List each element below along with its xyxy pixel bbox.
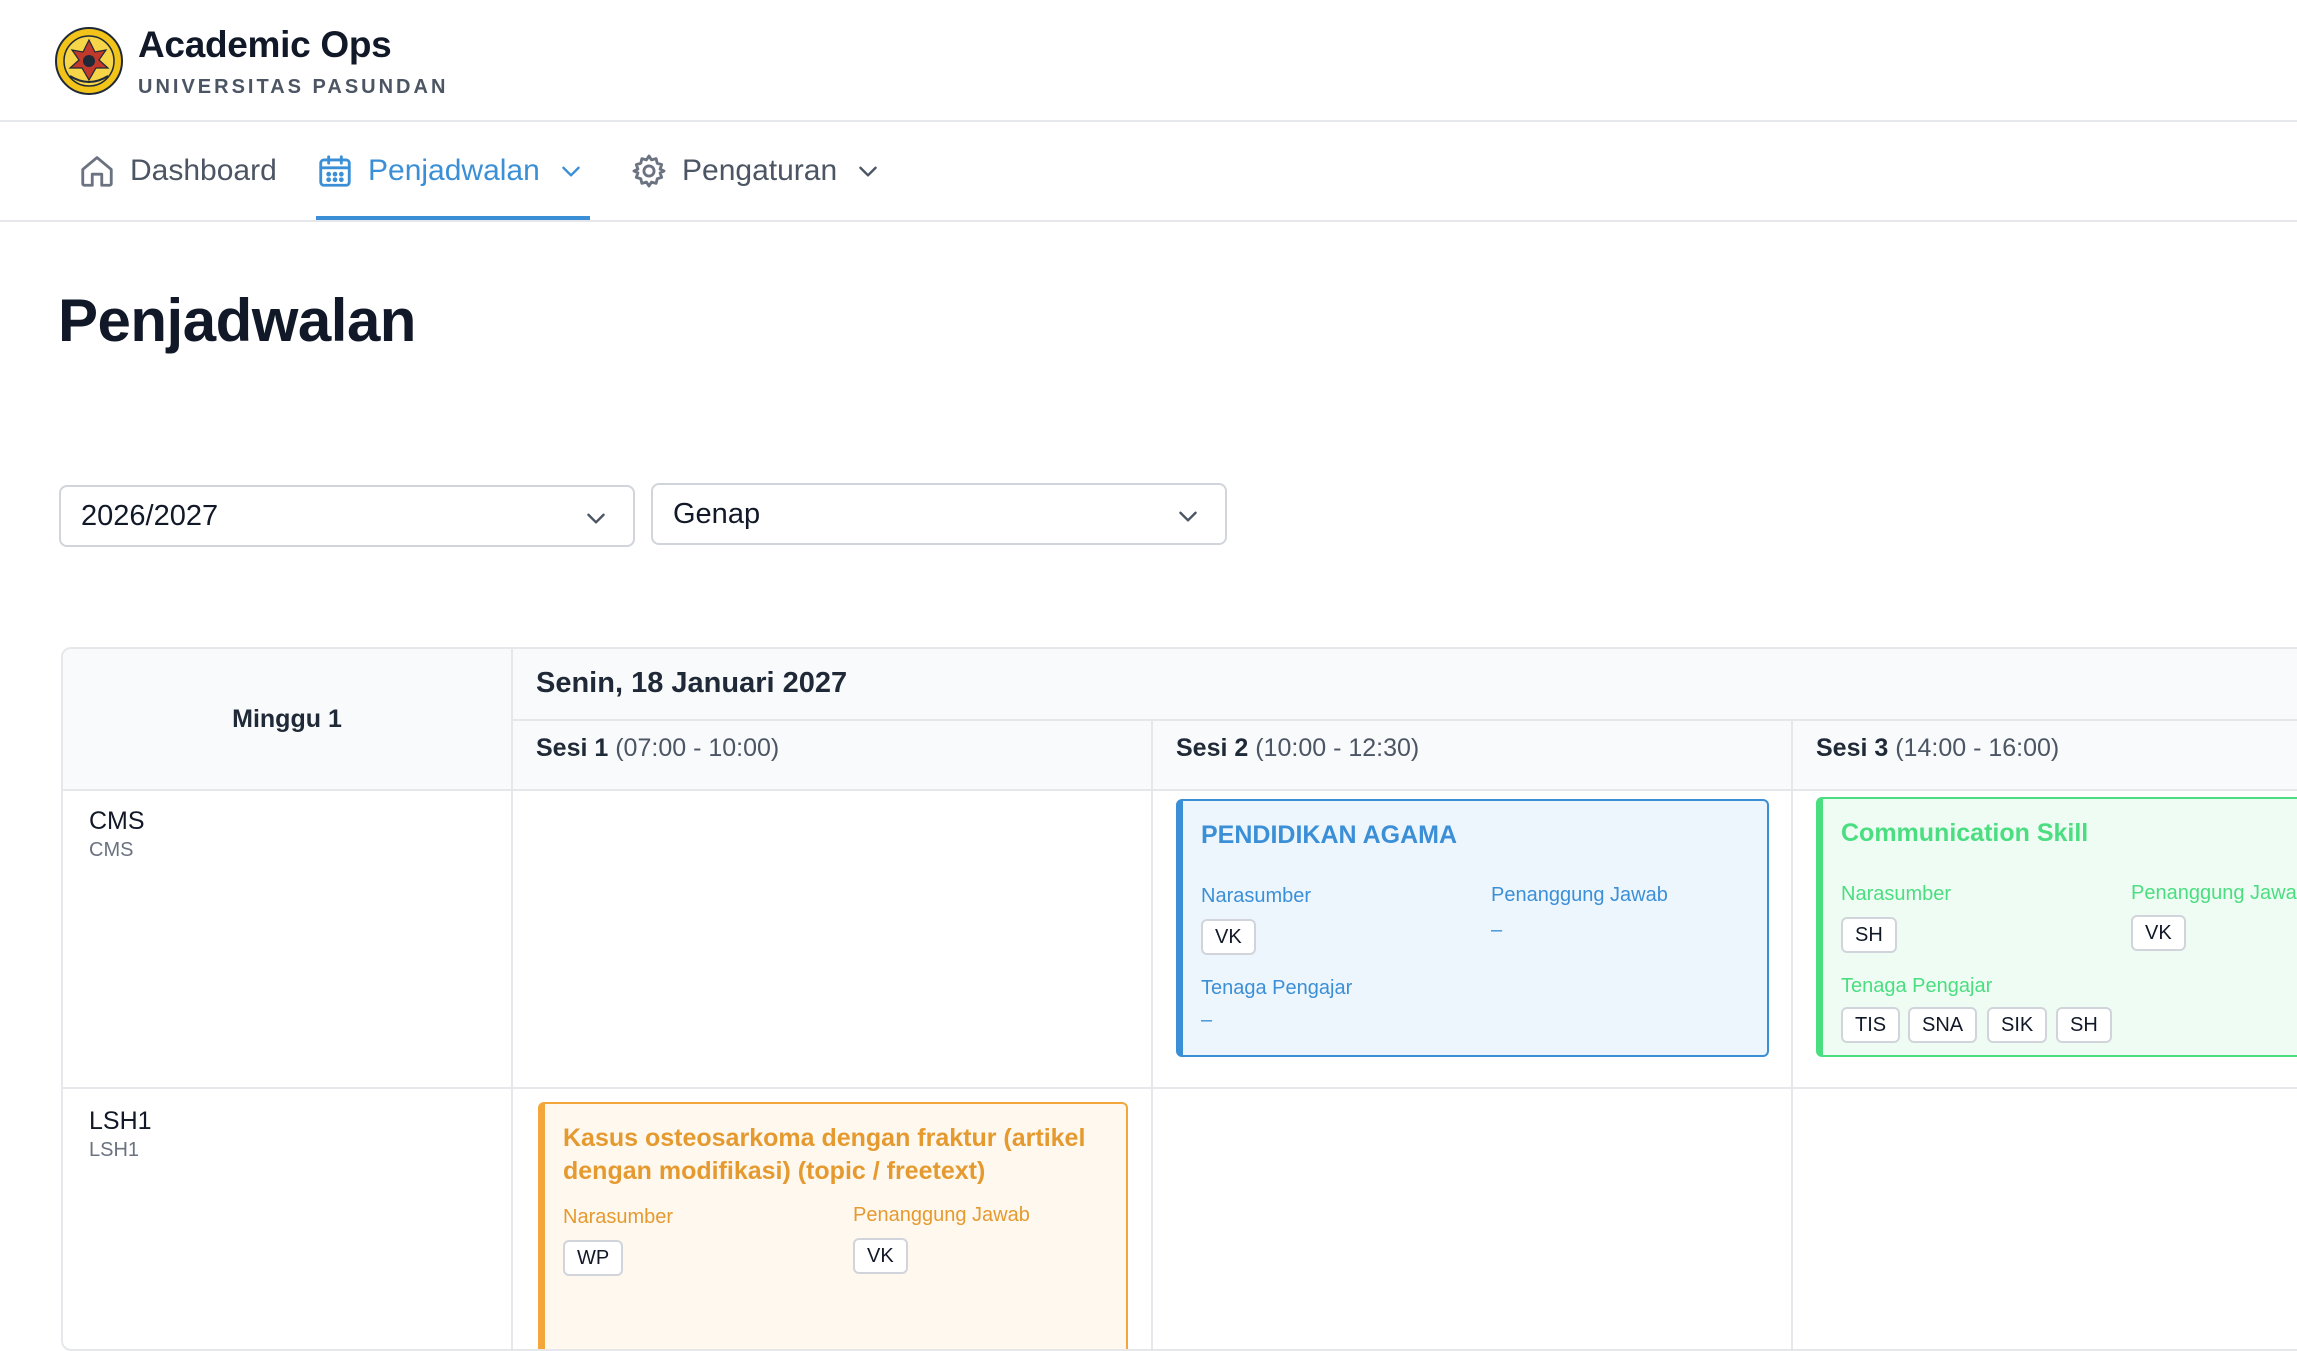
chevron-down-icon xyxy=(1175,503,1201,537)
grid-divider xyxy=(1791,719,1793,1349)
session-time: (10:00 - 12:30) xyxy=(1255,734,1420,762)
grid-divider xyxy=(511,719,2297,721)
card-title: Kasus osteosarkoma dengan fraktur (artik… xyxy=(563,1124,1086,1185)
person-chip[interactable]: SH xyxy=(1841,917,1897,953)
main-nav: Dashboard Penjadwalan Pengaturan xyxy=(0,122,2297,222)
tenaga-pengajar-label: Tenaga Pengajar xyxy=(1201,977,1353,999)
chevron-down-icon xyxy=(855,158,881,184)
session-header-1: Sesi 1 (07:00 - 10:00) xyxy=(536,734,779,763)
active-tab-indicator xyxy=(316,216,590,220)
nav-item-pengaturan[interactable]: Pengaturan xyxy=(630,122,881,220)
person-chip[interactable]: VK xyxy=(1201,919,1256,955)
semester-select-value: Genap xyxy=(673,497,761,530)
row-code-cms: CMS xyxy=(89,839,134,861)
empty-value: – xyxy=(1201,1009,1213,1031)
home-icon xyxy=(78,152,116,190)
schedule-card[interactable]: PENDIDIKAN AGAMA Narasumber Penanggung J… xyxy=(1176,799,1769,1057)
nav-label-dashboard: Dashboard xyxy=(130,154,277,187)
grid-divider xyxy=(1151,719,1153,1349)
grid-divider xyxy=(511,649,513,1349)
person-chip[interactable]: SH xyxy=(2056,1007,2112,1043)
grid-divider xyxy=(63,1087,2297,1089)
nav-item-penjadwalan[interactable]: Penjadwalan xyxy=(316,122,590,220)
nav-label-pengaturan: Pengaturan xyxy=(682,154,838,187)
app-subtitle: UNIVERSITAS PASUNDAN xyxy=(138,76,449,98)
penanggung-jawab-label: Penanggung Jawab xyxy=(2131,882,2297,904)
semester-select[interactable]: Genap xyxy=(651,483,1227,545)
session-header-2: Sesi 2 (10:00 - 12:30) xyxy=(1176,734,1419,763)
university-logo-icon xyxy=(54,26,124,96)
schedule-card[interactable]: Kasus osteosarkoma dengan fraktur (artik… xyxy=(538,1102,1128,1349)
penanggung-jawab-label: Penanggung Jawab xyxy=(853,1204,1030,1226)
year-select[interactable]: 2026/2027 xyxy=(59,485,635,547)
schedule-grid: Minggu 1 Senin, 18 Januari 2027 Sesi 1 (… xyxy=(61,647,2297,1351)
person-chip[interactable]: WP xyxy=(563,1240,624,1276)
card-title: Communication Skill xyxy=(1841,819,2089,847)
app-title: Academic Ops xyxy=(138,24,392,65)
page-title: Penjadwalan xyxy=(58,287,416,354)
session-time: (07:00 - 10:00) xyxy=(615,734,780,762)
schedule-card[interactable]: Communication Skill Narasumber Penanggun… xyxy=(1816,797,2297,1057)
session-time: (14:00 - 16:00) xyxy=(1895,734,2060,762)
nav-item-dashboard[interactable]: Dashboard xyxy=(78,122,277,220)
person-chip[interactable]: VK xyxy=(2131,915,2186,951)
session-name: Sesi 1 xyxy=(536,734,609,762)
row-name-lsh1: LSH1 xyxy=(89,1107,152,1135)
chevron-down-icon xyxy=(558,158,584,184)
person-chip[interactable]: VK xyxy=(853,1238,908,1274)
tenaga-pengajar-label: Tenaga Pengajar xyxy=(1841,975,1993,997)
app-header: Academic Ops UNIVERSITAS PASUNDAN xyxy=(0,0,2297,122)
narasumber-label: Narasumber xyxy=(1841,883,1952,905)
gear-icon xyxy=(630,152,668,190)
year-select-value: 2026/2027 xyxy=(81,499,219,532)
day-label: Senin, 18 Januari 2027 xyxy=(536,667,848,699)
session-header-3: Sesi 3 (14:00 - 16:00) xyxy=(1816,734,2059,763)
person-chip[interactable]: SIK xyxy=(1987,1007,2048,1043)
person-chip[interactable]: TIS xyxy=(1841,1007,1901,1043)
chevron-down-icon xyxy=(583,505,609,539)
row-code-lsh1: LSH1 xyxy=(89,1139,140,1161)
person-chip[interactable]: SNA xyxy=(1908,1007,1978,1043)
penanggung-jawab-label: Penanggung Jawab xyxy=(1491,884,1668,906)
session-name: Sesi 2 xyxy=(1176,734,1249,762)
week-label: Minggu 1 xyxy=(63,649,511,789)
row-name-cms: CMS xyxy=(89,807,145,835)
card-title: PENDIDIKAN AGAMA xyxy=(1201,821,1458,849)
calendar-icon xyxy=(316,152,354,190)
narasumber-label: Narasumber xyxy=(563,1206,674,1228)
empty-value: – xyxy=(1491,919,1503,941)
narasumber-label: Narasumber xyxy=(1201,885,1312,907)
grid-divider xyxy=(63,789,2297,791)
session-name: Sesi 3 xyxy=(1816,734,1889,762)
nav-label-penjadwalan: Penjadwalan xyxy=(368,154,540,187)
